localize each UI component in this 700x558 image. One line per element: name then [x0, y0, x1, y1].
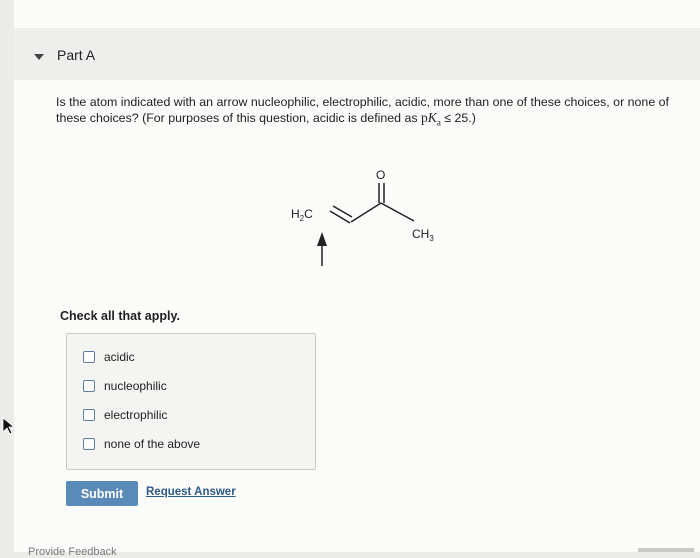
mouse-cursor-icon: [2, 417, 16, 435]
arrow-head: [317, 232, 327, 246]
ch3-label: CH3: [412, 227, 434, 243]
pka-expression: pKa: [421, 110, 441, 128]
options-box: acidic nucleophilic electrophilic none o…: [66, 333, 316, 470]
single-bond-2: [380, 202, 415, 222]
collapse-caret-icon[interactable]: [34, 54, 44, 60]
checkbox-electrophilic[interactable]: [83, 409, 95, 421]
option-label: acidic: [104, 350, 135, 364]
option-label: none of the above: [104, 437, 201, 451]
bottom-nav-button[interactable]: [638, 548, 694, 552]
request-answer-link[interactable]: Request Answer: [146, 486, 236, 498]
question-text: Is the atom indicated with an arrow nucl…: [56, 95, 676, 131]
pka-K: K: [427, 110, 437, 125]
option-label: electrophilic: [104, 408, 168, 422]
part-header[interactable]: Part A: [14, 28, 700, 80]
part-title: Part A: [57, 47, 96, 63]
checkbox-acidic[interactable]: [83, 351, 95, 363]
double-bond-1: [329, 210, 351, 224]
option-none[interactable]: none of the above: [83, 436, 200, 452]
single-bond-1: [350, 202, 382, 223]
option-nucleophilic[interactable]: nucleophilic: [83, 378, 167, 394]
question-text-before: Is the atom indicated with an arrow nucl…: [56, 95, 669, 125]
option-electrophilic[interactable]: electrophilic: [83, 407, 167, 423]
option-acidic[interactable]: acidic: [83, 349, 135, 365]
h2c-label: H2C: [291, 207, 313, 223]
option-label: nucleophilic: [104, 379, 167, 393]
oxygen-label: O: [376, 168, 385, 182]
question-page: Part A Is the atom indicated with an arr…: [14, 0, 700, 558]
provide-feedback-link[interactable]: Provide Feedback: [28, 546, 117, 558]
checkbox-none[interactable]: [83, 438, 95, 450]
pka-p: p: [421, 110, 428, 125]
question-text-after: ≤ 25.): [440, 111, 476, 125]
submit-button[interactable]: Submit: [66, 481, 138, 506]
check-all-instruction: Check all that apply.: [60, 309, 180, 323]
checkbox-nucleophilic[interactable]: [83, 380, 95, 392]
molecule-structure: H2C O CH3: [291, 168, 434, 266]
